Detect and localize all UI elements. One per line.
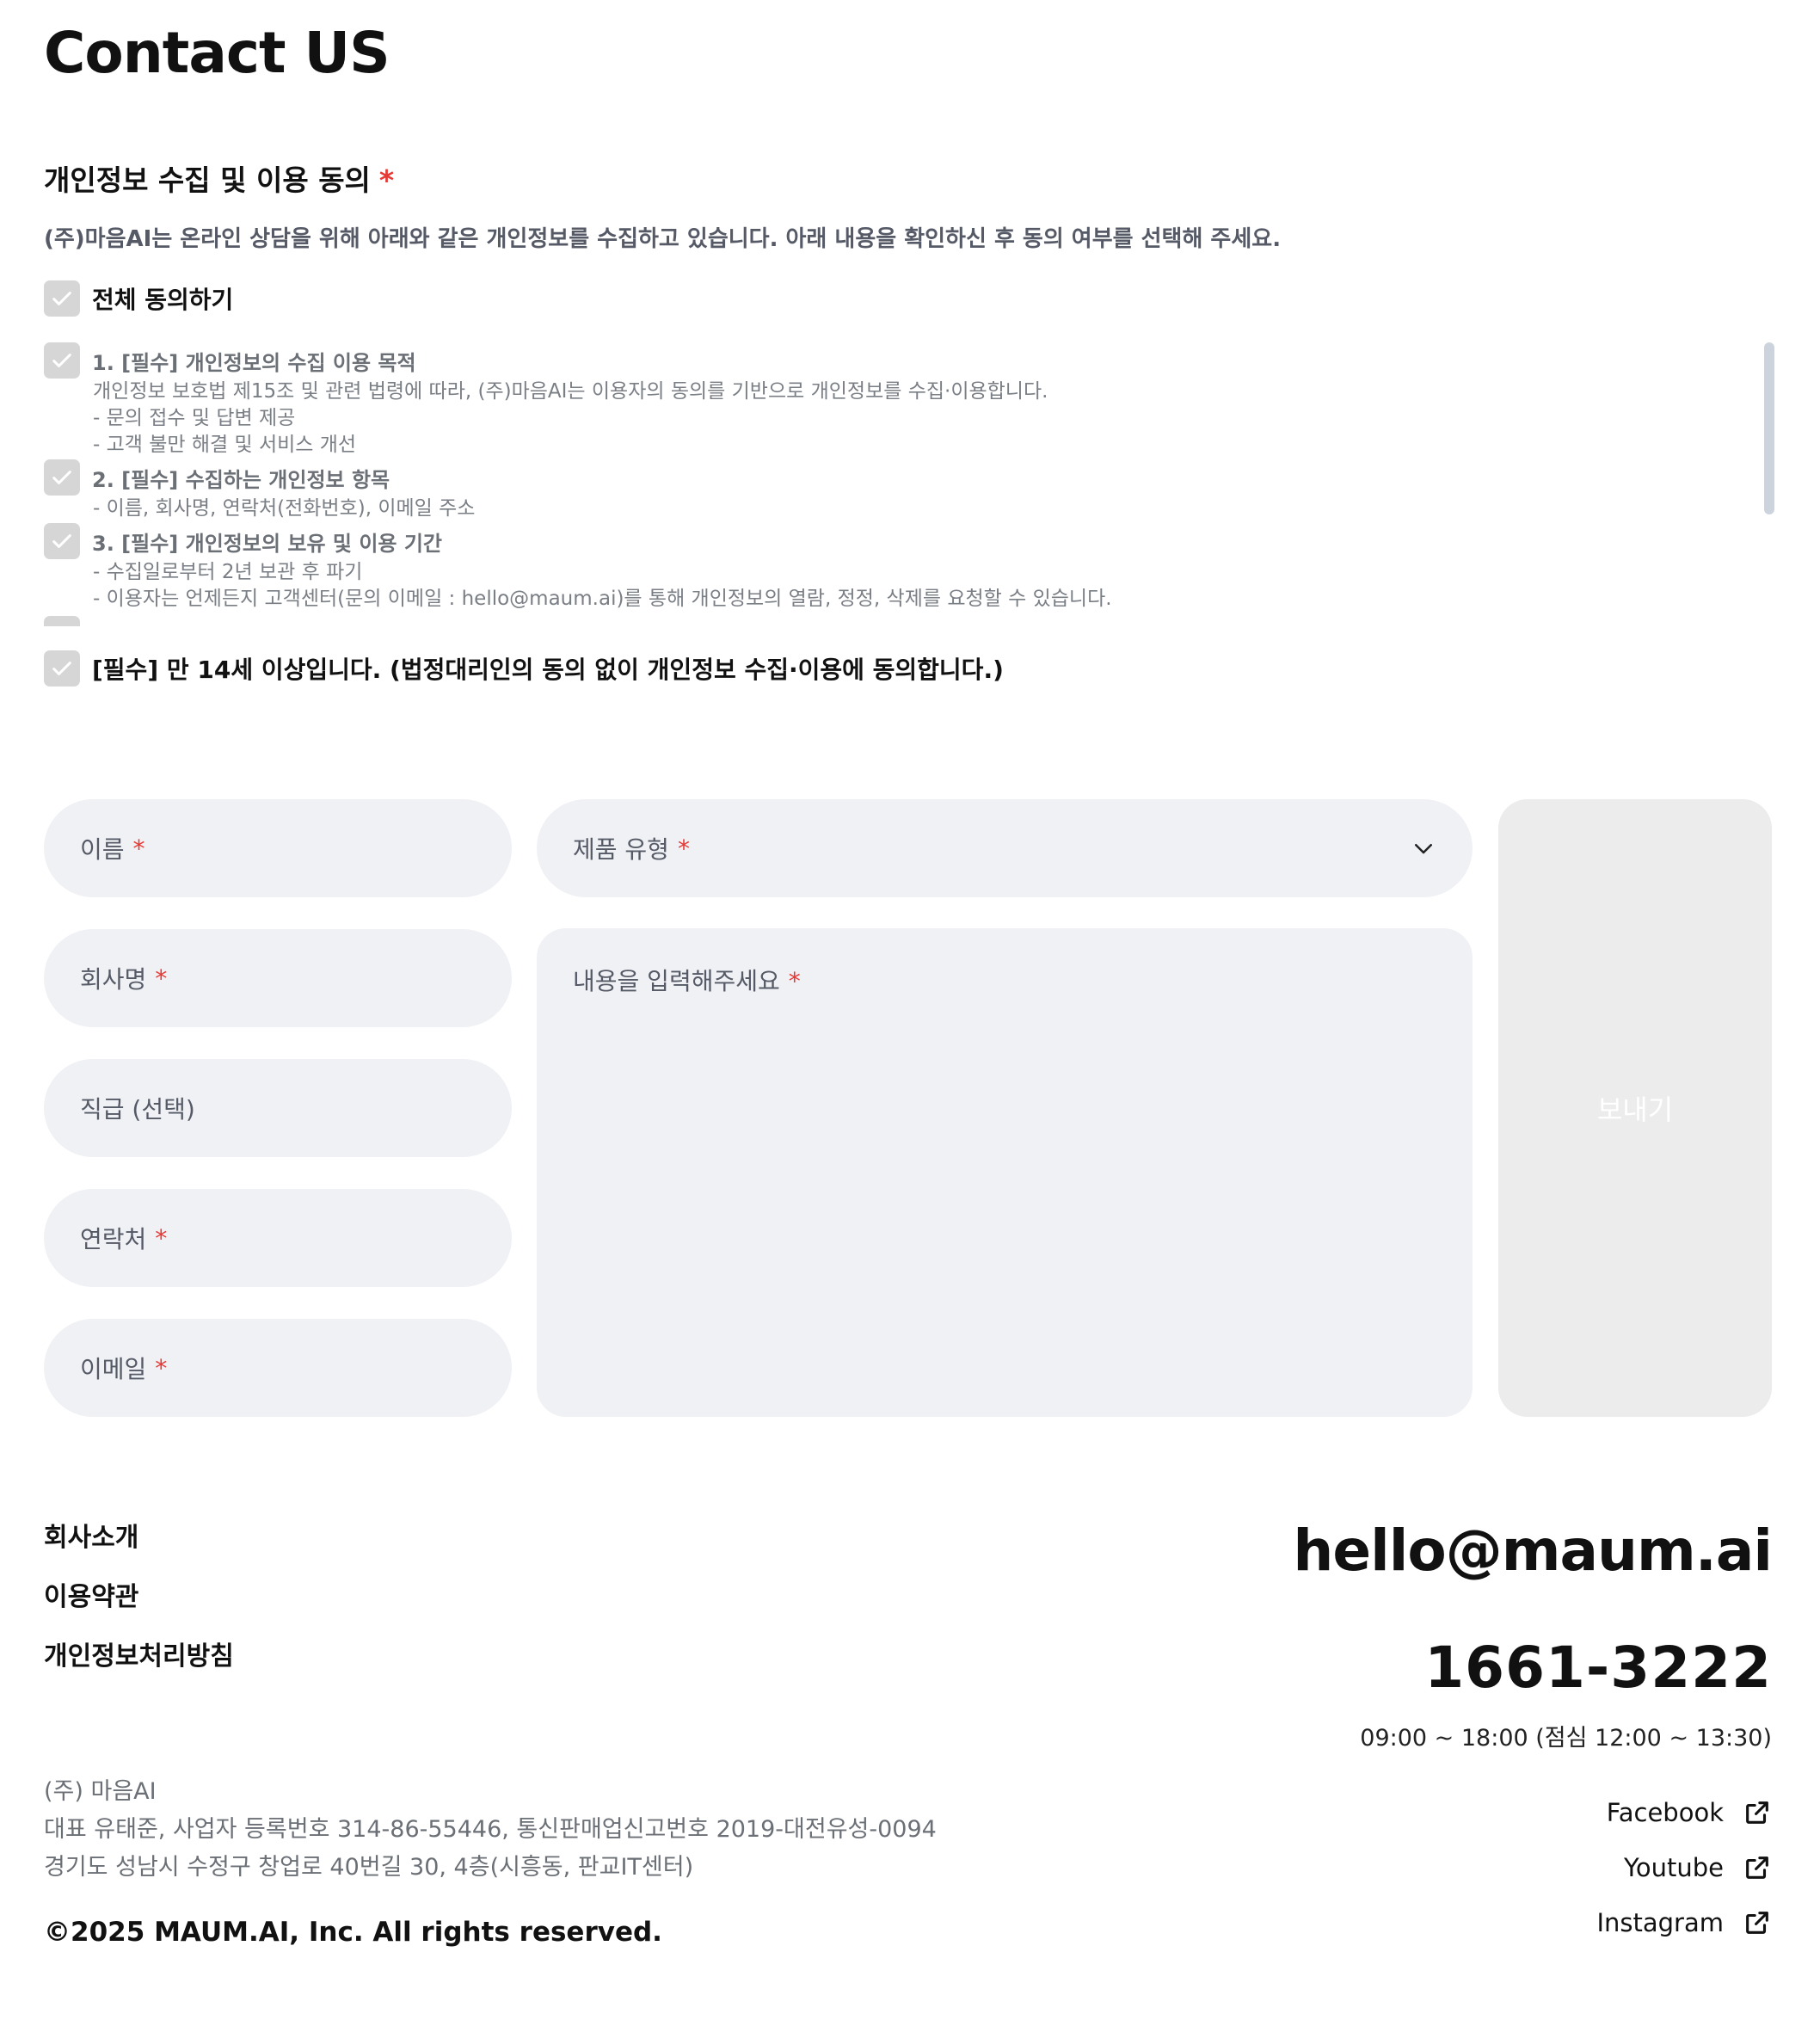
terms-line: - 이름, 회사명, 연락처(전화번호), 이메일 주소 <box>93 497 476 520</box>
email-input[interactable]: 이메일 * <box>44 1319 512 1417</box>
external-link-icon <box>1746 1912 1768 1934</box>
contact-phone[interactable]: 1661-3222 <box>1424 1635 1772 1701</box>
terms-item: 2. [필수] 수집하는 개인정보 항목 - 이름, 회사명, 연락처(전화번호… <box>44 459 475 522</box>
company-input[interactable]: 회사명 * <box>44 929 512 1027</box>
footer-link-about[interactable]: 회사소개 <box>44 1516 138 1554</box>
age-confirm-checkbox[interactable] <box>44 650 80 687</box>
check-icon <box>52 662 71 675</box>
position-input[interactable]: 직급 (선택) <box>44 1059 512 1157</box>
name-input[interactable]: 이름 * <box>44 799 512 897</box>
terms-item: 1. [필수] 개인정보의 수집 이용 목적 개인정보 보호법 제15조 및 관… <box>44 342 1048 459</box>
external-link-icon <box>1746 1857 1768 1879</box>
consent-description: (주)마음AI는 온라인 상담을 위해 아래와 같은 개인정보를 수집하고 있습… <box>44 226 1282 252</box>
required-mark: * <box>155 1353 168 1382</box>
required-mark: * <box>155 964 168 993</box>
phone-input[interactable]: 연락처 * <box>44 1189 512 1287</box>
required-mark: * <box>677 834 690 863</box>
check-icon <box>52 471 71 484</box>
business-hours: 09:00 ~ 18:00 (점심 12:00 ~ 13:30) <box>1360 1725 1772 1752</box>
terms-2-checkbox[interactable] <box>44 459 80 496</box>
contact-page: Contact US 개인정보 수집 및 이용 동의 * (주)마음AI는 온라인… <box>0 0 1820 2032</box>
page-title: Contact US <box>44 20 390 86</box>
footer-link-privacy[interactable]: 개인정보처리방침 <box>44 1635 234 1672</box>
content-textarea[interactable]: 내용을 입력해주세요 * <box>537 928 1473 1417</box>
agree-all-label: 전체 동의하기 <box>92 286 234 314</box>
external-link-icon <box>1746 1801 1768 1824</box>
company-name: (주) 마음AI <box>44 1778 157 1805</box>
terms-4-checkbox[interactable] <box>44 616 80 626</box>
terms-scroll-box[interactable]: 1. [필수] 개인정보의 수집 이용 목적 개인정보 보호법 제15조 및 관… <box>44 342 1773 626</box>
terms-title: 1. [필수] 개인정보의 수집 이용 목적 <box>92 350 416 375</box>
required-mark: * <box>155 1223 168 1253</box>
required-mark: * <box>378 163 395 197</box>
company-address: 경기도 성남시 수정구 창업로 40번길 30, 4층(시흥동, 판교IT센터) <box>44 1854 694 1881</box>
terms-1-checkbox[interactable] <box>44 342 80 379</box>
footer-link-terms[interactable]: 이용약관 <box>44 1575 138 1613</box>
terms-title: 2. [필수] 수집하는 개인정보 항목 <box>92 467 390 492</box>
social-link-youtube[interactable]: Youtube <box>1624 1853 1772 1882</box>
check-icon <box>52 534 71 548</box>
terms-line: - 문의 접수 및 답변 제공 <box>93 407 296 429</box>
contact-email[interactable]: hello@maum.ai <box>1293 1518 1773 1584</box>
chevron-down-icon <box>1415 844 1432 854</box>
agree-all-checkbox[interactable] <box>44 280 80 317</box>
consent-heading: 개인정보 수집 및 이용 동의 * <box>44 163 395 197</box>
terms-item: 3. [필수] 개인정보의 보유 및 이용 기간 - 수집일로부터 2년 보관 … <box>44 523 1112 613</box>
copyright: ©2025 MAUM.AI, Inc. All rights reserved. <box>44 1917 662 1948</box>
check-icon <box>52 354 71 367</box>
terms-line: 개인정보 보호법 제15조 및 관련 법령에 따라, (주)마음AI는 이용자의… <box>93 380 1048 403</box>
age-confirm-label: [필수] 만 14세 이상입니다. (법정대리인의 동의 없이 개인정보 수집·… <box>92 656 1004 684</box>
terms-line: - 이용자는 언제든지 고객센터(문의 이메일 : hello@maum.ai)… <box>93 588 1112 610</box>
terms-3-checkbox[interactable] <box>44 523 80 559</box>
send-button[interactable]: 보내기 <box>1498 799 1772 1417</box>
required-mark: * <box>132 834 145 863</box>
required-mark: * <box>788 967 801 995</box>
terms-line: - 수집일로부터 2년 보관 후 파기 <box>93 561 363 583</box>
age-confirm-row[interactable]: [필수] 만 14세 이상입니다. (법정대리인의 동의 없이 개인정보 수집·… <box>44 650 1004 687</box>
agree-all-row[interactable]: 전체 동의하기 <box>44 280 233 317</box>
terms-line: - 고객 불만 해결 및 서비스 개선 <box>93 434 357 456</box>
terms-item-clipped <box>44 616 80 626</box>
social-link-instagram[interactable]: Instagram <box>1596 1908 1772 1937</box>
terms-scrollbar[interactable] <box>1764 342 1774 514</box>
social-link-facebook[interactable]: Facebook <box>1607 1798 1772 1827</box>
check-icon <box>52 292 71 305</box>
terms-title: 3. [필수] 개인정보의 보유 및 이용 기간 <box>92 531 443 556</box>
company-registration: 대표 유태준, 사업자 등록번호 314-86-55446, 통신판매업신고번호… <box>44 1816 937 1843</box>
product-type-select[interactable]: 제품 유형 * <box>537 799 1473 897</box>
